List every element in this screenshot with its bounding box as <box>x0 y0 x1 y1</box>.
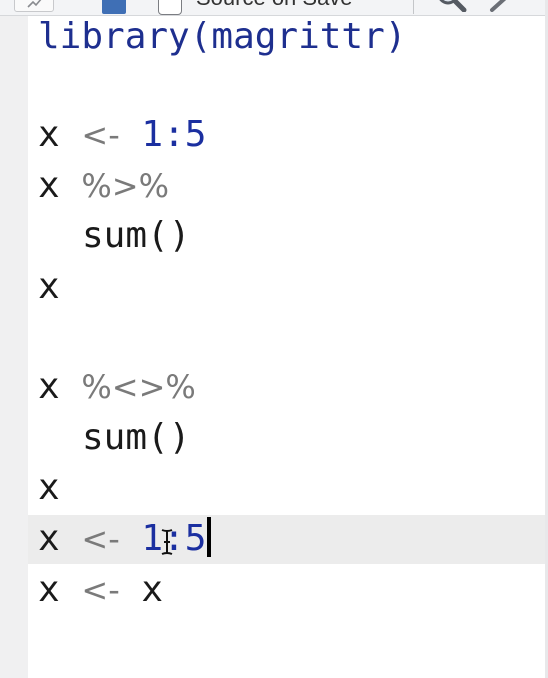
code-line-x[interactable]: x <box>38 262 60 312</box>
var-x: x <box>38 518 60 559</box>
code-editor[interactable]: Source on Save library(magrittr) x <- 1:… <box>0 0 548 678</box>
code-line-sum-2[interactable]: sum() <box>38 413 190 463</box>
code-line-library[interactable]: library(magrittr) <box>38 12 406 62</box>
page-preview-button[interactable] <box>14 0 54 12</box>
var-x: x <box>38 114 60 155</box>
var-x: x <box>38 569 60 610</box>
assign-operator: <- <box>81 520 120 558</box>
code-line-compound-pipe[interactable]: x %<>% <box>38 362 196 412</box>
var-x: x <box>38 165 60 206</box>
compound-pipe-operator: %<>% <box>81 368 196 406</box>
code-tools-button[interactable] <box>486 0 526 12</box>
page-preview-icon <box>27 0 42 8</box>
assign-operator: <- <box>81 571 120 609</box>
line-number-gutter[interactable] <box>0 16 28 678</box>
code-line-active[interactable]: x <- 1:5 <box>38 514 212 564</box>
assign-operator: <- <box>81 116 120 154</box>
source-on-save-label[interactable]: Source on Save <box>196 0 353 10</box>
code-line-pipe[interactable]: x %>% <box>38 161 169 211</box>
var-x-rhs: x <box>141 569 164 610</box>
code-line-assign-x[interactable]: x <- x <box>38 565 163 615</box>
code-line-sum[interactable]: sum() <box>38 211 190 261</box>
range-literal: 1:5 <box>141 114 207 155</box>
magic-wand-icon <box>490 0 507 12</box>
code-line-x-2[interactable]: x <box>38 463 60 513</box>
var-x: x <box>38 366 60 407</box>
find-replace-button[interactable] <box>432 0 472 13</box>
ibeam-cursor-icon <box>161 529 173 555</box>
code-line-assign[interactable]: x <- 1:5 <box>38 110 206 160</box>
text-cursor <box>207 517 212 557</box>
pipe-operator: %>% <box>81 167 169 205</box>
toolbar-divider <box>413 0 414 14</box>
search-icon <box>439 0 467 13</box>
